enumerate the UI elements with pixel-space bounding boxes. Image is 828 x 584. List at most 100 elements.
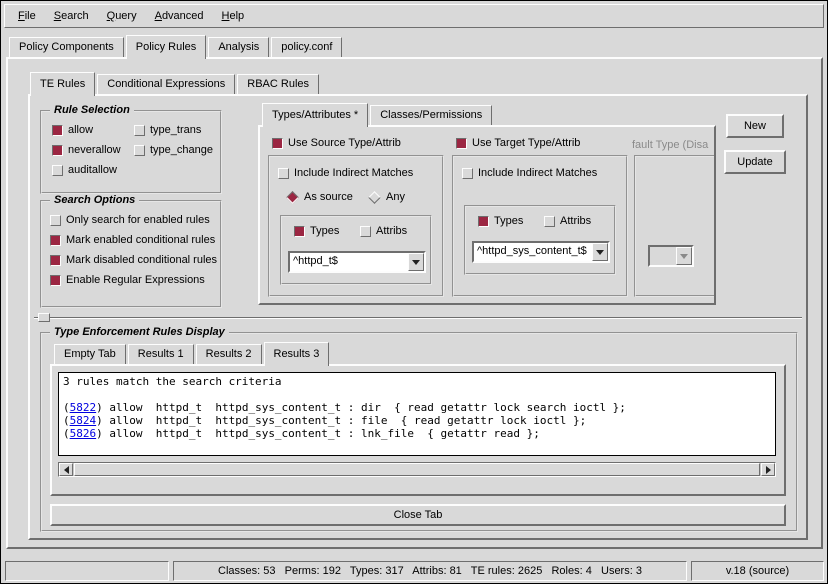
mark-disabled-label: Mark disabled conditional rules [66,254,217,266]
scroll-right-button[interactable] [761,463,775,476]
results-header: 3 rules match the search criteria [63,375,771,388]
rule-line: (5824) allow httpd_t httpd_sys_content_t… [63,414,771,427]
type-change-label: type_change [150,144,213,156]
checkbox-neverallow[interactable]: neverallow [52,144,121,156]
menu-file[interactable]: File [9,6,45,26]
tab-types-attributes[interactable]: Types/Attributes * [262,103,368,127]
tab-policy-conf[interactable]: policy.conf [271,37,342,57]
scroll-right-icon [766,466,771,474]
rule-text: allow httpd_t httpd_sys_content_t : dir … [103,401,626,414]
mark-enabled-label: Mark enabled conditional rules [66,234,215,246]
enabled-rules-label: Only search for enabled rules [66,214,210,226]
checkbox-target-indirect[interactable]: Include Indirect Matches [462,167,597,179]
scroll-left-button[interactable] [59,463,73,476]
pane-sash-grip[interactable] [38,313,50,322]
source-types-indicator [294,226,305,237]
menu-help[interactable]: Help [213,6,254,26]
checkbox-allow[interactable]: allow [52,124,93,136]
auditallow-label: auditallow [68,164,117,176]
tab-rbac-rules[interactable]: RBAC Rules [237,74,319,94]
type-trans-indicator [134,125,145,136]
target-indirect-indicator [462,168,473,179]
checkbox-target-types[interactable]: Types [478,215,523,227]
scrollbar-thumb[interactable] [74,463,760,476]
source-attribs-indicator [360,226,371,237]
checkbox-source-indirect[interactable]: Include Indirect Matches [278,167,413,179]
allow-label: allow [68,124,93,136]
source-indirect-indicator [278,168,289,179]
search-options-group: Search Options Only search for enabled r… [40,200,222,308]
tab-conditional-expressions[interactable]: Conditional Expressions [97,74,235,94]
checkbox-regex[interactable]: Enable Regular Expressions [50,274,205,286]
source-combo-dropdown-button[interactable] [408,253,424,271]
policy-rules-panel: TE Rules Conditional Expressions RBAC Ru… [6,57,823,549]
checkbox-mark-disabled[interactable]: Mark disabled conditional rules [50,254,217,266]
checkbox-auditallow[interactable]: auditallow [52,164,117,176]
results-tab-bar: Empty Tab Results 1 Results 2 Results 3 [54,340,331,366]
rule-line: (5822) allow httpd_t httpd_sys_content_t… [63,401,771,414]
as-source-indicator [286,191,299,204]
as-source-label: As source [304,191,353,203]
tab-results-1[interactable]: Results 1 [128,344,194,364]
tab-results-2[interactable]: Results 2 [196,344,262,364]
type-trans-label: type_trans [150,124,201,136]
rule-id-link[interactable]: 5826 [70,427,97,440]
tab-te-rules[interactable]: TE Rules [30,72,95,96]
tab-policy-components[interactable]: Policy Components [9,37,124,57]
tab-results-3[interactable]: Results 3 [264,342,330,366]
results-text-area[interactable]: 3 rules match the search criteria (5822)… [58,372,776,456]
source-types-attribs-group: Types Attribs ^httpd_t$ [280,215,432,285]
regex-indicator [50,275,61,286]
checkbox-target-attribs[interactable]: Attribs [544,215,591,227]
rule-text: allow httpd_t httpd_sys_content_t : file… [103,414,586,427]
checkbox-use-source[interactable]: Use Source Type/Attrib [272,137,401,149]
target-types-label: Types [494,215,523,227]
enabled-rules-indicator [50,215,61,226]
chevron-down-icon [680,254,688,259]
checkbox-source-attribs[interactable]: Attribs [360,225,407,237]
target-indirect-label: Include Indirect Matches [478,167,597,179]
source-types-label: Types [310,225,339,237]
rule-id-link[interactable]: 5824 [70,414,97,427]
checkbox-enabled-rules-only[interactable]: Only search for enabled rules [50,214,210,226]
results-panel: 3 rules match the search criteria (5822)… [50,364,786,496]
checkbox-source-types[interactable]: Types [294,225,339,237]
update-button[interactable]: Update [724,150,786,174]
checkbox-use-target[interactable]: Use Target Type/Attrib [456,137,580,149]
tab-empty[interactable]: Empty Tab [54,344,126,364]
radio-as-source[interactable]: As source [286,191,353,203]
neverallow-label: neverallow [68,144,121,156]
tab-analysis[interactable]: Analysis [208,37,269,57]
any-label: Any [386,191,405,203]
blank-line [63,388,771,401]
search-options-title: Search Options [50,194,139,206]
checkbox-type-trans[interactable]: type_trans [134,124,201,136]
status-stats: Classes: 53 Perms: 192 Types: 317 Attrib… [173,561,687,581]
scroll-left-icon [64,466,69,474]
checkbox-type-change[interactable]: type_change [134,144,213,156]
tab-classes-permissions[interactable]: Classes/Permissions [370,105,492,125]
app-window: File Search Query Advanced Help Policy C… [0,0,828,584]
menu-search[interactable]: Search [45,6,98,26]
rule-id-link[interactable]: 5822 [70,401,97,414]
mark-enabled-indicator [50,235,61,246]
new-button[interactable]: New [726,114,784,138]
pane-divider [34,317,802,319]
allow-indicator [52,125,63,136]
target-type-combobox[interactable]: ^httpd_sys_content_t$ [472,241,610,263]
source-attribs-label: Attribs [376,225,407,237]
rule-selection-title: Rule Selection [50,104,134,116]
target-combo-dropdown-button[interactable] [592,243,608,261]
close-tab-button[interactable]: Close Tab [50,504,786,526]
source-type-combobox[interactable]: ^httpd_t$ [288,251,426,273]
te-rules-display-group: Type Enforcement Rules Display Empty Tab… [40,332,798,532]
menu-query[interactable]: Query [98,6,146,26]
source-indirect-label: Include Indirect Matches [294,167,413,179]
horizontal-scrollbar[interactable] [58,462,776,477]
types-attributes-panel: Use Source Type/Attrib Include Indirect … [258,125,716,305]
checkbox-mark-enabled[interactable]: Mark enabled conditional rules [50,234,215,246]
type-change-indicator [134,145,145,156]
radio-any[interactable]: Any [368,191,405,203]
menu-advanced[interactable]: Advanced [146,6,213,26]
tab-policy-rules[interactable]: Policy Rules [126,35,207,59]
